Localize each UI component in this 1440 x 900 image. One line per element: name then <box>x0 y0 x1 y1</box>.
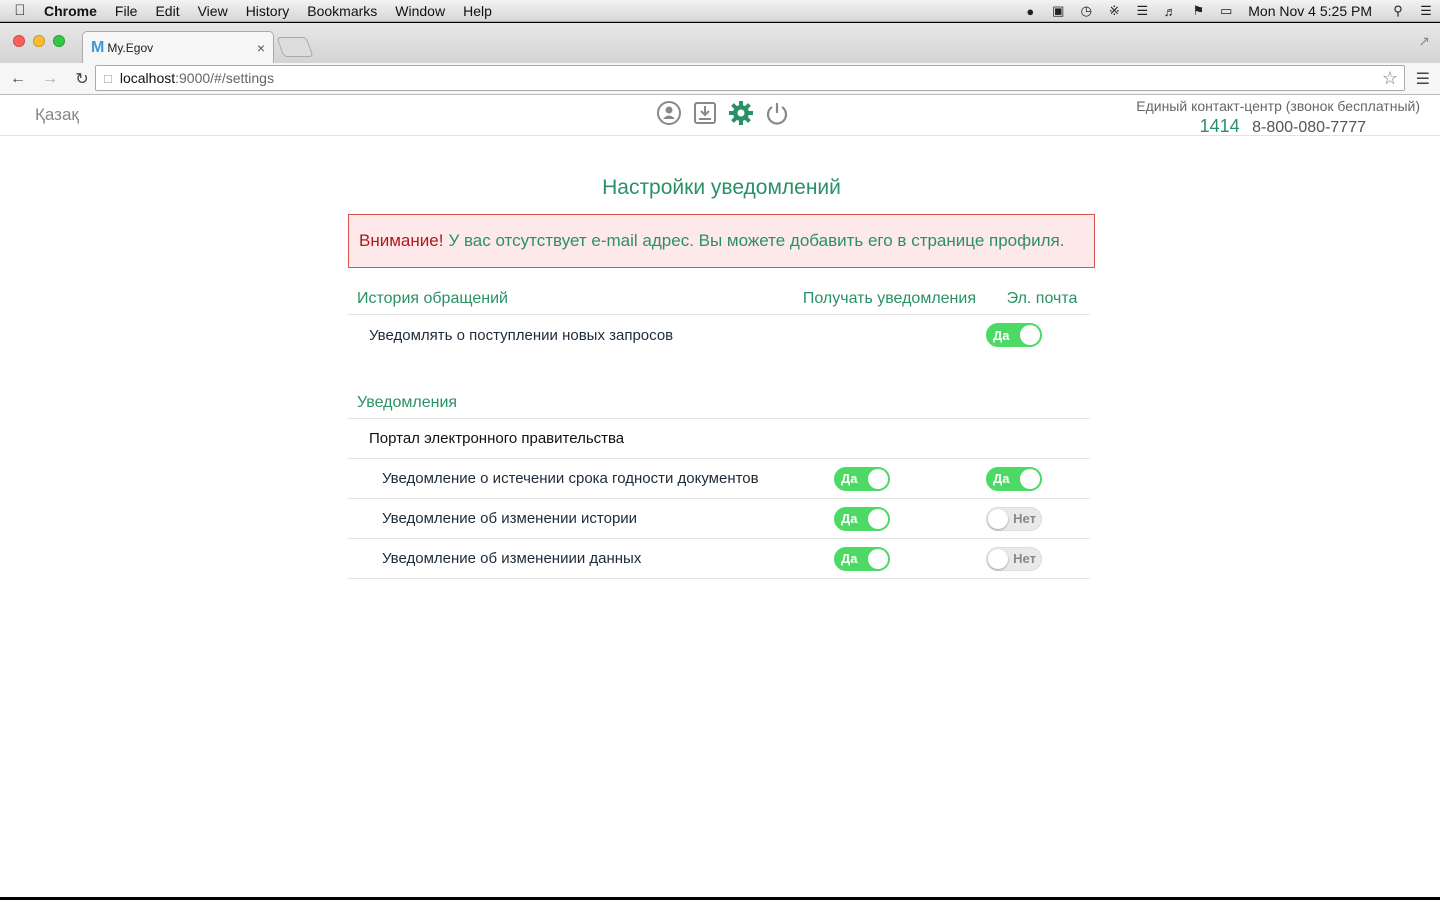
chrome-menu-icon[interactable]: ☰ <box>1416 69 1430 89</box>
address-bar[interactable]: □ localhost :9000/#/settings ☆ <box>95 65 1405 91</box>
tab-my-egov[interactable]: M My.Egov × <box>82 31 274 63</box>
receive-toggle[interactable]: Да <box>834 466 890 491</box>
battery-icon[interactable]: ▭ <box>1212 3 1240 19</box>
volume-icon[interactable]: ♬ <box>1156 4 1184 19</box>
row-label: Уведомление о истечении срока годности д… <box>382 470 759 487</box>
wifi-icon[interactable]: ☰ <box>1128 3 1156 19</box>
egov-favicon-icon: M <box>91 38 105 56</box>
power-icon[interactable] <box>764 100 790 126</box>
notifications-section-title: Уведомления <box>348 369 1090 419</box>
time-machine-icon[interactable]: ◷ <box>1072 3 1100 19</box>
language-switch[interactable]: Қазақ <box>35 105 79 125</box>
menubar-clock[interactable]: Mon Nov 4 5:25 PM <box>1240 3 1384 19</box>
email-cell: Да <box>938 466 1090 491</box>
bookmark-star-icon[interactable]: ☆ <box>1382 68 1398 89</box>
contact-center: Единый контакт-центр (звонок бесплатный)… <box>1136 98 1420 137</box>
tab-strip: M My.Egov × ↗ <box>0 23 1440 63</box>
window-controls <box>13 35 65 47</box>
group-label: Портал электронного правительства <box>369 430 625 447</box>
col-email-header: Эл. почта <box>1006 290 1078 307</box>
group-row: Портал электронного правительства <box>348 419 1090 459</box>
row-label: Уведомление об изменении истории <box>382 510 638 527</box>
notification-settings-table: История обращений Получать уведомления Э… <box>348 288 1090 579</box>
history-header-row: История обращений Получать уведомления Э… <box>348 288 1090 315</box>
zoom-window-button[interactable] <box>53 35 65 47</box>
browser-toolbar: ← → ↻ □ localhost :9000/#/settings ☆ ☰ <box>0 63 1440 95</box>
notification-center-icon[interactable]: ☰ <box>1412 3 1440 19</box>
receive-toggle[interactable]: Да <box>834 546 890 571</box>
row-label: Уведомление об изменениии данных <box>382 550 642 567</box>
page-title: Настройки уведомлений <box>602 176 841 199</box>
history-section-title: История обращений <box>357 290 508 307</box>
forward-icon[interactable]: → <box>36 70 64 88</box>
contact-phones: 1414 8-800-080-7777 <box>1136 116 1420 137</box>
screen-icon[interactable]: ▣ <box>1044 3 1072 19</box>
contact-label: Единый контакт-центр (звонок бесплатный) <box>1136 98 1420 114</box>
row-label: Уведомлять о поступлении новых запросов <box>369 326 674 344</box>
reload-icon[interactable]: ↻ <box>68 69 96 89</box>
menu-window[interactable]: Window <box>386 3 454 19</box>
email-toggle[interactable]: Нет <box>986 506 1042 531</box>
apple-icon[interactable]:  <box>0 2 40 19</box>
email-toggle[interactable]: Да <box>986 323 1042 347</box>
header-nav-icons <box>656 100 790 126</box>
url-host: localhost <box>119 70 176 86</box>
receive-cell: Да <box>786 506 938 531</box>
email-cell: Нет <box>938 546 1090 571</box>
profile-icon[interactable] <box>656 100 682 126</box>
fullscreen-icon[interactable]: ↗ <box>1418 33 1430 50</box>
site-header: Қазақ Единый контакт-центр (звонок беспл… <box>0 96 1440 136</box>
bluetooth-icon[interactable]: ※ <box>1100 3 1128 19</box>
phone-long[interactable]: 8-800-080-7777 <box>1252 119 1366 136</box>
table-row: Уведомление о истечении срока годности д… <box>348 459 1090 499</box>
menu-help[interactable]: Help <box>454 3 501 19</box>
col-receive-header: Получать уведомления <box>802 290 976 307</box>
table-row: Уведомление об изменениии данных Да Нет <box>348 539 1090 579</box>
email-toggle[interactable]: Да <box>986 466 1042 491</box>
receive-cell: Да <box>786 546 938 571</box>
settings-content: Настройки уведомлений Внимание! У вас от… <box>348 176 1095 579</box>
evernote-icon[interactable]: ● <box>1016 4 1044 19</box>
back-icon[interactable]: ← <box>4 70 32 88</box>
browser-window: M My.Egov × ↗ ← → ↻ □ localhost :9000/#/… <box>0 23 1440 897</box>
email-missing-alert: Внимание! У вас отсутствует e-mail адрес… <box>348 214 1095 268</box>
new-tab-button[interactable] <box>276 37 314 57</box>
alert-strong: Внимание! <box>359 231 444 250</box>
web-page: Қазақ Единый контакт-центр (звонок беспл… <box>0 96 1440 897</box>
email-toggle[interactable]: Нет <box>986 546 1042 571</box>
tab-title: My.Egov <box>107 40 154 55</box>
menu-edit[interactable]: Edit <box>146 3 188 19</box>
close-window-button[interactable] <box>13 35 25 47</box>
menu-app[interactable]: Chrome <box>40 3 106 19</box>
table-row: Уведомлять о поступлении новых запросов … <box>348 315 1090 355</box>
table-row: Уведомление об изменении истории Да Нет <box>348 499 1090 539</box>
spotlight-icon[interactable]: ⚲ <box>1384 3 1412 19</box>
flag-icon[interactable]: ⚑ <box>1184 3 1212 19</box>
alert-message: У вас отсутствует e-mail адрес. Вы может… <box>448 231 1065 250</box>
url-path: :9000/#/settings <box>175 70 274 86</box>
download-icon[interactable] <box>692 100 718 126</box>
receive-toggle[interactable]: Да <box>834 506 890 531</box>
menubar-tray: ● ▣ ◷ ※ ☰ ♬ ⚑ ▭ Mon Nov 4 5:25 PM ⚲ ☰ <box>1016 0 1440 22</box>
email-cell: Нет <box>938 506 1090 531</box>
settings-gear-icon[interactable] <box>728 100 754 126</box>
page-icon: □ <box>104 70 112 86</box>
menu-file[interactable]: File <box>106 3 147 19</box>
tab-close-icon[interactable]: × <box>257 40 265 56</box>
menu-history[interactable]: History <box>237 3 299 19</box>
phone-short[interactable]: 1414 <box>1200 116 1240 136</box>
email-cell: Да <box>938 323 1090 347</box>
receive-cell: Да <box>786 466 938 491</box>
menu-bookmarks[interactable]: Bookmarks <box>298 3 386 19</box>
macos-menubar:  Chrome File Edit View History Bookmark… <box>0 0 1440 22</box>
minimize-window-button[interactable] <box>33 35 45 47</box>
menu-view[interactable]: View <box>189 3 237 19</box>
